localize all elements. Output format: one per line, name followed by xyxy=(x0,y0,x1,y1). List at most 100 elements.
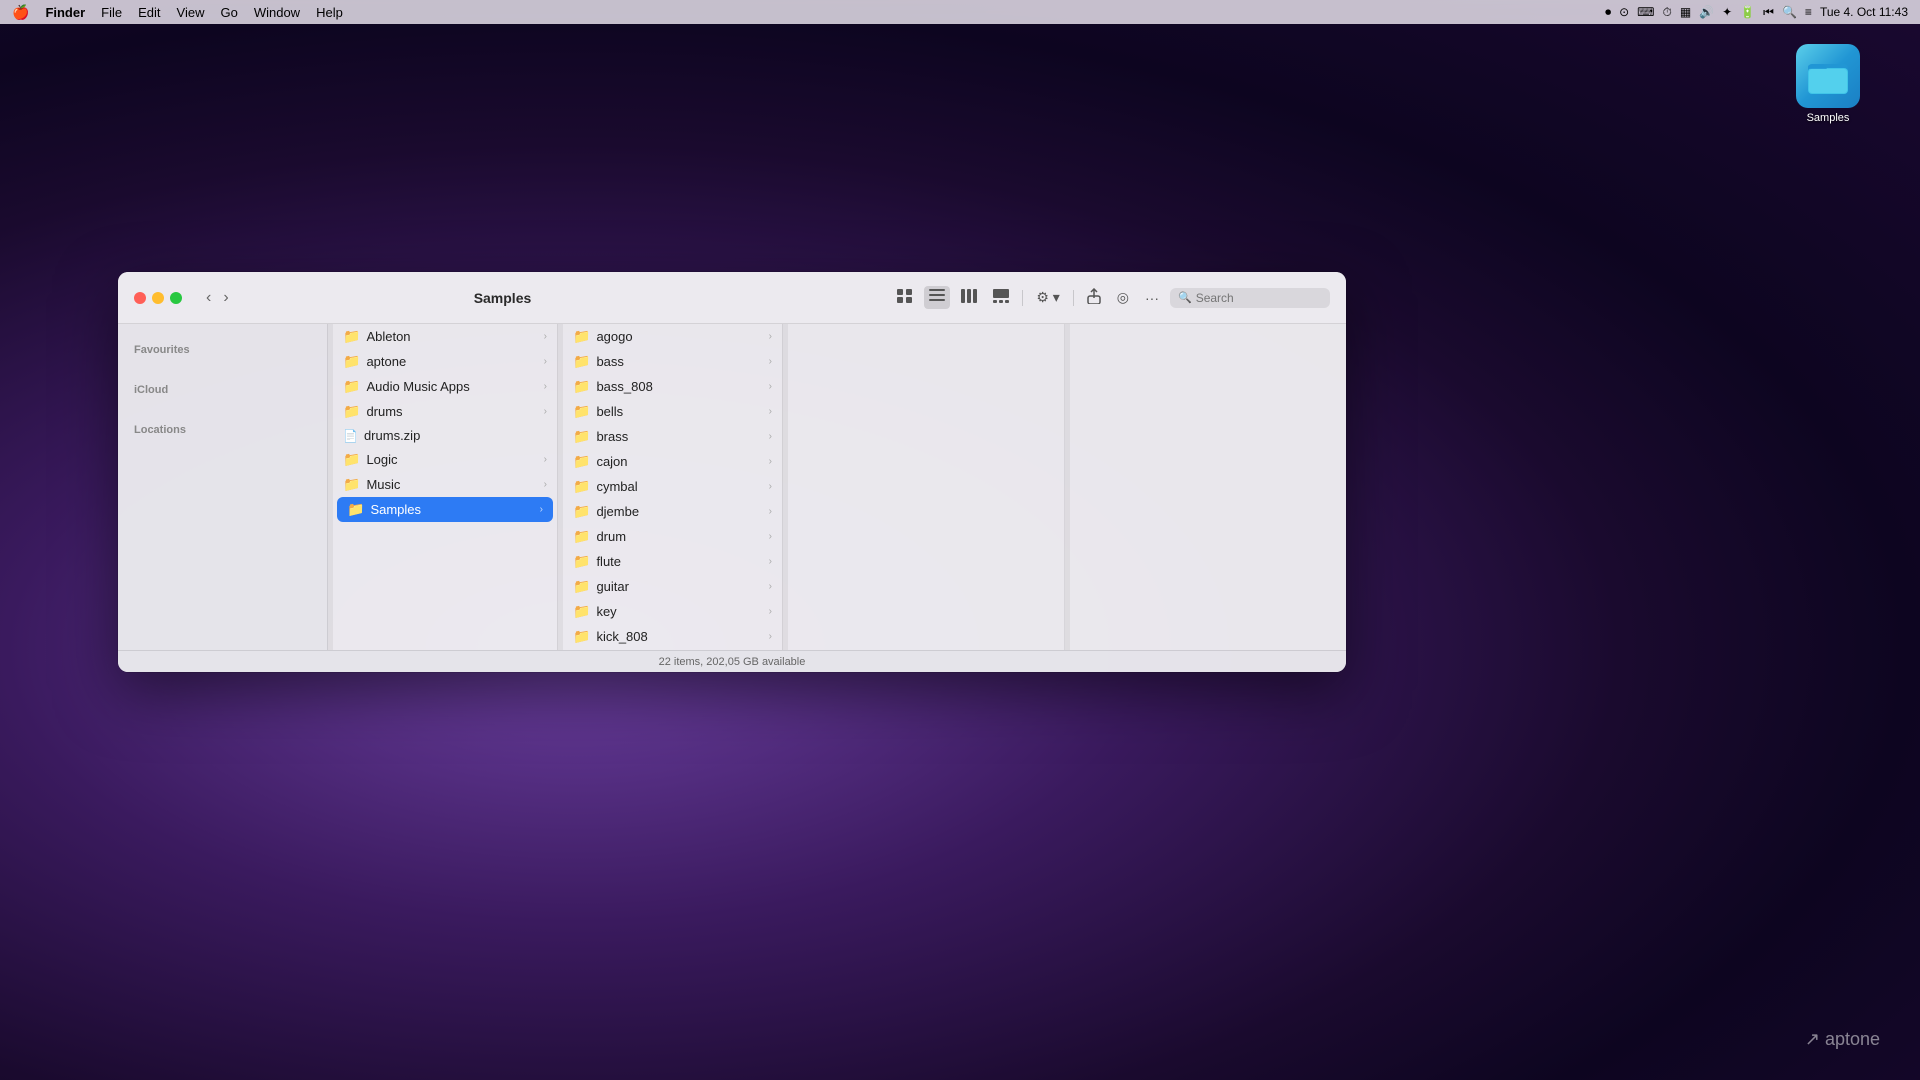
tag-button[interactable]: ◎ xyxy=(1112,286,1134,309)
menu-go[interactable]: Go xyxy=(220,5,237,20)
recording-icon: ⏺ xyxy=(1605,5,1611,20)
file-name: agogo xyxy=(596,329,632,344)
list-item[interactable]: 📁 bass_808 › xyxy=(563,374,782,399)
file-name: drum xyxy=(596,529,626,544)
menu-bar: 🍎 Finder File Edit View Go Window Help ⏺… xyxy=(0,0,1920,24)
list-item[interactable]: 📁 Ableton › xyxy=(333,324,557,349)
file-name: kick_808 xyxy=(596,629,647,644)
desktop-samples-icon[interactable]: Samples xyxy=(1796,44,1860,124)
bluetooth-icon: ✦ xyxy=(1722,5,1732,19)
list-item[interactable]: 📁 Music › xyxy=(333,472,557,497)
list-item[interactable]: 📄 drums.zip xyxy=(333,424,557,447)
sidebar-icloud-label: iCloud xyxy=(118,376,327,400)
display-icon: ▦ xyxy=(1680,5,1691,19)
folder-icon: 📁 xyxy=(573,603,590,620)
status-text: 22 items, 202,05 GB available xyxy=(659,656,806,668)
file-name: Audio Music Apps xyxy=(366,379,469,394)
list-item[interactable]: 📁 Audio Music Apps › xyxy=(333,374,557,399)
list-item[interactable]: 📁 djembe › xyxy=(563,499,782,524)
chevron-icon: › xyxy=(769,456,772,467)
sidebar-locations-label: Locations xyxy=(118,416,327,440)
search-icon: 🔍 xyxy=(1178,291,1192,304)
file-name: drums.zip xyxy=(364,428,420,443)
menu-finder[interactable]: Finder xyxy=(45,5,85,20)
status-bar: 22 items, 202,05 GB available xyxy=(118,650,1346,672)
toolbar-right: ⚙ ▾ ◎ ··· 🔍 xyxy=(892,285,1330,310)
second-file-pane: 📁 agogo › 📁 bass › 📁 bass_808 › 📁 bells xyxy=(563,324,783,650)
clock-icon: ⏱ xyxy=(1662,5,1671,20)
keyboard-icon: ⌨ xyxy=(1637,5,1654,19)
list-item[interactable]: 📁 key › xyxy=(563,599,782,624)
list-item[interactable]: 📁 drums › xyxy=(333,399,557,424)
chevron-icon: › xyxy=(540,504,543,515)
file-name: bells xyxy=(596,404,623,419)
list-item[interactable]: 📁 guitar › xyxy=(563,574,782,599)
folder-icon: 📁 xyxy=(573,478,590,495)
chevron-icon: › xyxy=(769,631,772,642)
action-button[interactable]: ⚙ ▾ xyxy=(1031,286,1064,309)
menu-window[interactable]: Window xyxy=(254,5,300,20)
file-name: bass_808 xyxy=(596,379,652,394)
fourth-pane xyxy=(1070,324,1346,650)
file-name: bass xyxy=(596,354,623,369)
desktop-icon-label: Samples xyxy=(1807,112,1850,124)
spotlight-icon[interactable]: 🔍 xyxy=(1782,5,1797,19)
chevron-icon: › xyxy=(769,506,772,517)
icon-view-button[interactable] xyxy=(892,286,918,309)
share-button[interactable] xyxy=(1082,285,1106,310)
list-item[interactable]: 📁 kick_808 › xyxy=(563,624,782,649)
list-item[interactable]: 📁 bells › xyxy=(563,399,782,424)
file-name: Logic xyxy=(366,452,397,467)
list-item[interactable]: 📁 brass › xyxy=(563,424,782,449)
apple-logo-icon[interactable]: 🍎 xyxy=(12,4,29,21)
chevron-icon: › xyxy=(769,406,772,417)
chevron-icon: › xyxy=(544,406,547,417)
chevron-icon: › xyxy=(769,606,772,617)
chevron-icon: › xyxy=(769,481,772,492)
controlcenter-icon[interactable]: ≡ xyxy=(1805,5,1812,19)
list-item[interactable]: 📁 Logic › xyxy=(333,447,557,472)
menu-file[interactable]: File xyxy=(101,5,122,20)
list-item[interactable]: 📁 agogo › xyxy=(563,324,782,349)
file-name: Samples xyxy=(370,502,421,517)
folder-icon: 📁 xyxy=(343,476,360,493)
gallery-view-button[interactable] xyxy=(988,286,1014,309)
chevron-icon: › xyxy=(769,331,772,342)
file-name: flute xyxy=(596,554,621,569)
file-name: drums xyxy=(366,404,402,419)
list-item[interactable]: 📁 drum › xyxy=(563,524,782,549)
chevron-icon: › xyxy=(769,556,772,567)
list-item[interactable]: 📁 Samples › xyxy=(337,497,553,522)
timemachine-icon: ⏮ xyxy=(1763,5,1774,20)
more-button[interactable]: ··· xyxy=(1140,287,1164,309)
list-item[interactable]: 📁 flute › xyxy=(563,549,782,574)
search-input[interactable] xyxy=(1196,291,1322,305)
search-box[interactable]: 🔍 xyxy=(1170,288,1330,308)
folder-icon: 📁 xyxy=(573,503,590,520)
menu-edit[interactable]: Edit xyxy=(138,5,160,20)
file-name: djembe xyxy=(596,504,639,519)
folder-icon: 📁 xyxy=(343,378,360,395)
folder-icon: 📁 xyxy=(573,378,590,395)
menu-help[interactable]: Help xyxy=(316,5,343,20)
list-item[interactable]: 📁 aptone › xyxy=(333,349,557,374)
file-name: key xyxy=(596,604,616,619)
list-item[interactable]: 📁 cajon › xyxy=(563,449,782,474)
list-item[interactable]: 📁 loops › xyxy=(563,649,782,650)
menu-view[interactable]: View xyxy=(177,5,205,20)
list-item[interactable]: 📁 cymbal › xyxy=(563,474,782,499)
desktop: Samples ↗ aptone ‹ › Samples xyxy=(0,24,1920,1080)
list-item[interactable]: 📁 bass › xyxy=(563,349,782,374)
file-name: cymbal xyxy=(596,479,637,494)
folder-icon: 📁 xyxy=(573,428,590,445)
list-view-button[interactable] xyxy=(924,286,950,309)
chevron-icon: › xyxy=(769,356,772,367)
folder-icon: 📁 xyxy=(343,353,360,370)
toolbar-divider-2 xyxy=(1073,290,1074,306)
file-name: Ableton xyxy=(366,329,410,344)
window-title: Samples xyxy=(125,290,881,306)
chevron-icon: › xyxy=(544,454,547,465)
folder-icon: 📁 xyxy=(573,353,590,370)
column-view-button[interactable] xyxy=(956,286,982,309)
file-name: cajon xyxy=(596,454,627,469)
